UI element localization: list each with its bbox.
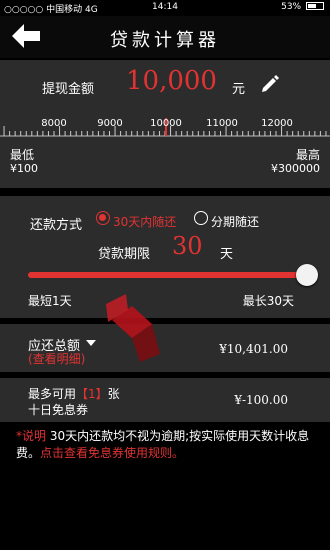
term-unit: 天 bbox=[220, 247, 234, 262]
battery-percent: 53% bbox=[281, 2, 302, 12]
coupon-prefix: 最多可用 bbox=[28, 387, 77, 401]
shortest-term-label: 最短1天 bbox=[28, 294, 72, 308]
term-label: 贷款期限 bbox=[98, 247, 151, 262]
ruler-tick-label: 11000 bbox=[206, 118, 238, 129]
app-header: 贷款计算器 bbox=[0, 16, 330, 58]
max-label: 最高 bbox=[295, 148, 320, 162]
coupon-panel: 最多可用【1】张 十日免息券 ¥-100.00 bbox=[0, 378, 330, 422]
ruler-tick-label: 10000 bbox=[150, 118, 182, 129]
min-value: ¥100 bbox=[10, 162, 38, 175]
total-due-panel: 应还总额 (查看明细) ¥10,401.00 bbox=[0, 324, 330, 372]
ruler-tick-label: 8000 bbox=[41, 118, 67, 129]
status-bar: ○○○○○ 中国移动 4G 14:14 53% bbox=[0, 0, 330, 16]
ruler-tick-label: 12000 bbox=[261, 118, 293, 129]
term-value: 30 bbox=[172, 232, 203, 260]
repayment-panel: 还款方式 30天内随还 分期随还 贷款期限 30 天 最短1天 最长30天 bbox=[0, 196, 330, 318]
amount-unit: 元 bbox=[232, 82, 246, 97]
coupon-usage-line: 最多可用【1】张 bbox=[28, 385, 120, 402]
option-installment-label[interactable]: 分期随还 bbox=[211, 213, 259, 230]
coupon-suffix: 张 bbox=[107, 387, 120, 401]
total-due-value: ¥10,401.00 bbox=[219, 342, 288, 356]
term-slider-knob[interactable] bbox=[296, 264, 318, 286]
amount-label: 提现金额 bbox=[42, 82, 95, 97]
edit-pencil-icon[interactable] bbox=[260, 74, 280, 94]
page-title: 贷款计算器 bbox=[110, 30, 220, 51]
radio-option-installment[interactable] bbox=[194, 211, 208, 225]
coupon-name: 十日免息券 bbox=[28, 403, 89, 417]
dropdown-caret-icon[interactable] bbox=[86, 340, 96, 346]
repay-method-label: 还款方式 bbox=[30, 218, 83, 233]
option-30day-label[interactable]: 30天内随还 bbox=[113, 213, 176, 230]
coupon-value: ¥-100.00 bbox=[234, 393, 288, 407]
coupon-count: 【1】 bbox=[76, 387, 108, 401]
coupon-rules-link[interactable]: 点击查看免息券使用规则。 bbox=[40, 446, 184, 460]
battery-indicator: 53% bbox=[281, 2, 324, 12]
ruler-tick-label: 9000 bbox=[97, 118, 123, 129]
amount-value: 10,000 bbox=[126, 66, 217, 96]
term-slider-track[interactable] bbox=[28, 272, 306, 278]
amount-panel: 提现金额 10,000 元 8000 9000 10000 11000 1200… bbox=[0, 60, 330, 188]
note-prefix: *说明 bbox=[16, 429, 47, 443]
explanation-note: *说明 30天内还款均不视为逾期;按实际使用天数计收息费。点击查看免息券使用规则… bbox=[16, 428, 316, 462]
view-detail-link[interactable]: (查看明细) bbox=[28, 350, 85, 367]
battery-icon bbox=[306, 2, 324, 10]
min-label: 最低 bbox=[10, 148, 35, 162]
longest-term-label: 最长30天 bbox=[242, 294, 294, 308]
max-value: ¥300000 bbox=[271, 162, 320, 175]
radio-option-30day[interactable] bbox=[96, 211, 110, 225]
